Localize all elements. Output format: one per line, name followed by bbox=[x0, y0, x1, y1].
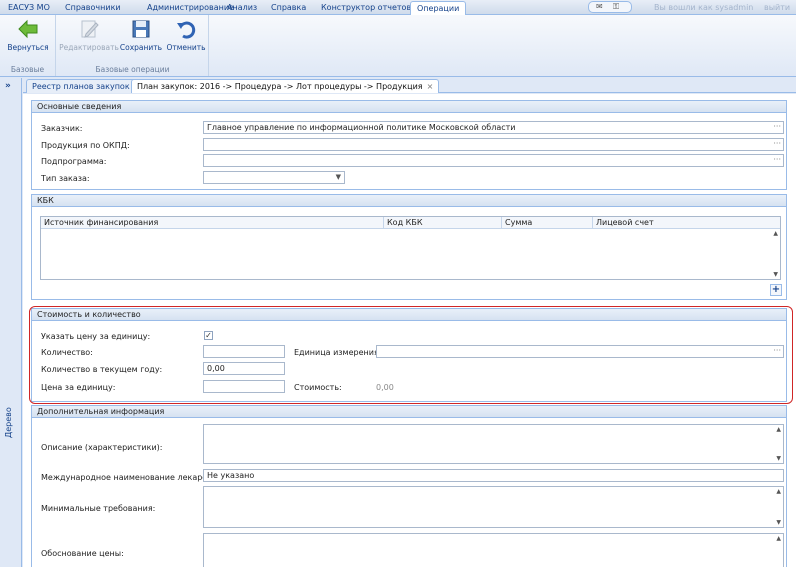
tab-product[interactable]: План закупок: 2016 -> Процедура -> Лот п… bbox=[131, 79, 440, 93]
top-menu-bar: ЕАСУЗ МО Справочники Администрирование А… bbox=[0, 0, 796, 15]
mail-icon[interactable]: ✉ bbox=[596, 2, 603, 11]
inn-field[interactable]: Не указано bbox=[203, 469, 784, 482]
cancel-button[interactable]: Отменить bbox=[165, 18, 207, 52]
edit-icon bbox=[81, 20, 99, 38]
okpd-field[interactable]: ··· bbox=[203, 138, 784, 151]
current-user: Вы вошли как sysadmin bbox=[654, 3, 754, 12]
scroll-up-icon[interactable]: ▲ bbox=[773, 230, 778, 237]
menu-directories[interactable]: Справочники bbox=[65, 3, 121, 12]
inn-label: Международное наименование лекарства: bbox=[41, 473, 224, 482]
scroll-down-icon[interactable]: ▼ bbox=[776, 519, 781, 526]
col-sum[interactable]: Сумма bbox=[505, 218, 532, 227]
justification-textarea[interactable]: ▲ bbox=[203, 533, 784, 567]
ribbon-group-basic-title: Базовые bbox=[10, 65, 45, 74]
ribbon-group-operations: Редактировать Сохранить Отменить Базовые… bbox=[57, 15, 209, 76]
edit-button[interactable]: Редактировать bbox=[59, 18, 119, 52]
section-title: Основные сведения bbox=[32, 101, 786, 113]
scroll-down-icon[interactable]: ▼ bbox=[773, 271, 778, 278]
kbk-grid: Источник финансирования Код КБК Сумма Ли… bbox=[40, 216, 781, 280]
order-type-select[interactable]: ▼ bbox=[203, 171, 345, 184]
customer-field[interactable]: Главное управление по информационной пол… bbox=[203, 121, 784, 134]
save-button[interactable]: Сохранить bbox=[119, 18, 163, 52]
undo-icon bbox=[177, 21, 196, 39]
ribbon-group-operations-title: Базовые операции bbox=[95, 65, 170, 74]
requirements-textarea[interactable]: ▲ ▼ bbox=[203, 486, 784, 528]
scroll-up-icon[interactable]: ▲ bbox=[776, 535, 781, 542]
section-title: Дополнительная информация bbox=[32, 406, 786, 418]
tree-panel-label[interactable]: Дерево bbox=[4, 407, 13, 438]
tab-procurement-registry[interactable]: Реестр планов закупок× bbox=[26, 79, 147, 93]
header-icons: ✉ ⚿ bbox=[588, 1, 632, 13]
back-button[interactable]: Вернуться bbox=[0, 18, 56, 52]
close-icon[interactable]: × bbox=[427, 82, 434, 91]
menu-easuz[interactable]: ЕАСУЗ МО bbox=[8, 3, 50, 12]
okpd-label: Продукция по ОКПД: bbox=[41, 141, 130, 150]
add-kbk-button[interactable]: + bbox=[770, 284, 782, 296]
tree-panel-collapsed: » Дерево bbox=[0, 78, 22, 567]
lookup-icon[interactable]: ··· bbox=[773, 139, 781, 148]
requirements-label: Минимальные требования: bbox=[41, 504, 156, 513]
section-extra-info: Дополнительная информация Описание (хара… bbox=[31, 405, 787, 567]
menu-help[interactable]: Справка bbox=[271, 3, 306, 12]
menu-administration[interactable]: Администрирование bbox=[147, 3, 234, 12]
customer-label: Заказчик: bbox=[41, 124, 83, 133]
menu-operations[interactable]: Операции bbox=[410, 1, 467, 15]
justification-label: Обоснование цены: bbox=[41, 549, 124, 558]
key-icon[interactable]: ⚿ bbox=[613, 2, 619, 12]
order-type-label: Тип заказа: bbox=[41, 174, 90, 183]
tab-bar: Реестр планов закупок× План закупок: 201… bbox=[23, 78, 796, 93]
ribbon-group-basic: Вернуться Базовые bbox=[0, 15, 56, 76]
col-funding-source[interactable]: Источник финансирования bbox=[44, 218, 158, 227]
col-kbk-code[interactable]: Код КБК bbox=[387, 218, 423, 227]
scroll-up-icon[interactable]: ▲ bbox=[776, 488, 781, 495]
subprogram-label: Подпрограмма: bbox=[41, 157, 107, 166]
scroll-down-icon[interactable]: ▼ bbox=[776, 455, 781, 462]
lookup-icon[interactable]: ··· bbox=[773, 155, 781, 164]
logout-link[interactable]: выйти bbox=[764, 3, 790, 12]
scroll-up-icon[interactable]: ▲ bbox=[776, 426, 781, 433]
chevron-down-icon[interactable]: ▼ bbox=[336, 173, 341, 181]
highlight-annotation bbox=[29, 306, 793, 404]
expand-panel-button[interactable]: » bbox=[5, 81, 11, 91]
back-arrow-icon bbox=[18, 19, 38, 39]
ribbon-toolbar: Вернуться Базовые Редактировать Сохранит… bbox=[0, 15, 796, 77]
menu-analysis[interactable]: Анализ bbox=[227, 3, 257, 12]
description-textarea[interactable]: ▲ ▼ bbox=[203, 424, 784, 464]
section-title: КБК bbox=[32, 195, 786, 207]
kbk-grid-header: Источник финансирования Код КБК Сумма Ли… bbox=[41, 217, 780, 229]
col-account[interactable]: Лицевой счет bbox=[596, 218, 654, 227]
subprogram-field[interactable]: ··· bbox=[203, 154, 784, 167]
lookup-icon[interactable]: ··· bbox=[773, 122, 781, 131]
section-kbk: КБК Источник финансирования Код КБК Сумм… bbox=[31, 194, 787, 300]
section-basic-info: Основные сведения Заказчик: Главное упра… bbox=[31, 100, 787, 190]
floppy-disk-icon bbox=[132, 20, 150, 38]
description-label: Описание (характеристики): bbox=[41, 443, 163, 452]
menu-report-builder[interactable]: Конструктор отчетов bbox=[321, 3, 411, 12]
